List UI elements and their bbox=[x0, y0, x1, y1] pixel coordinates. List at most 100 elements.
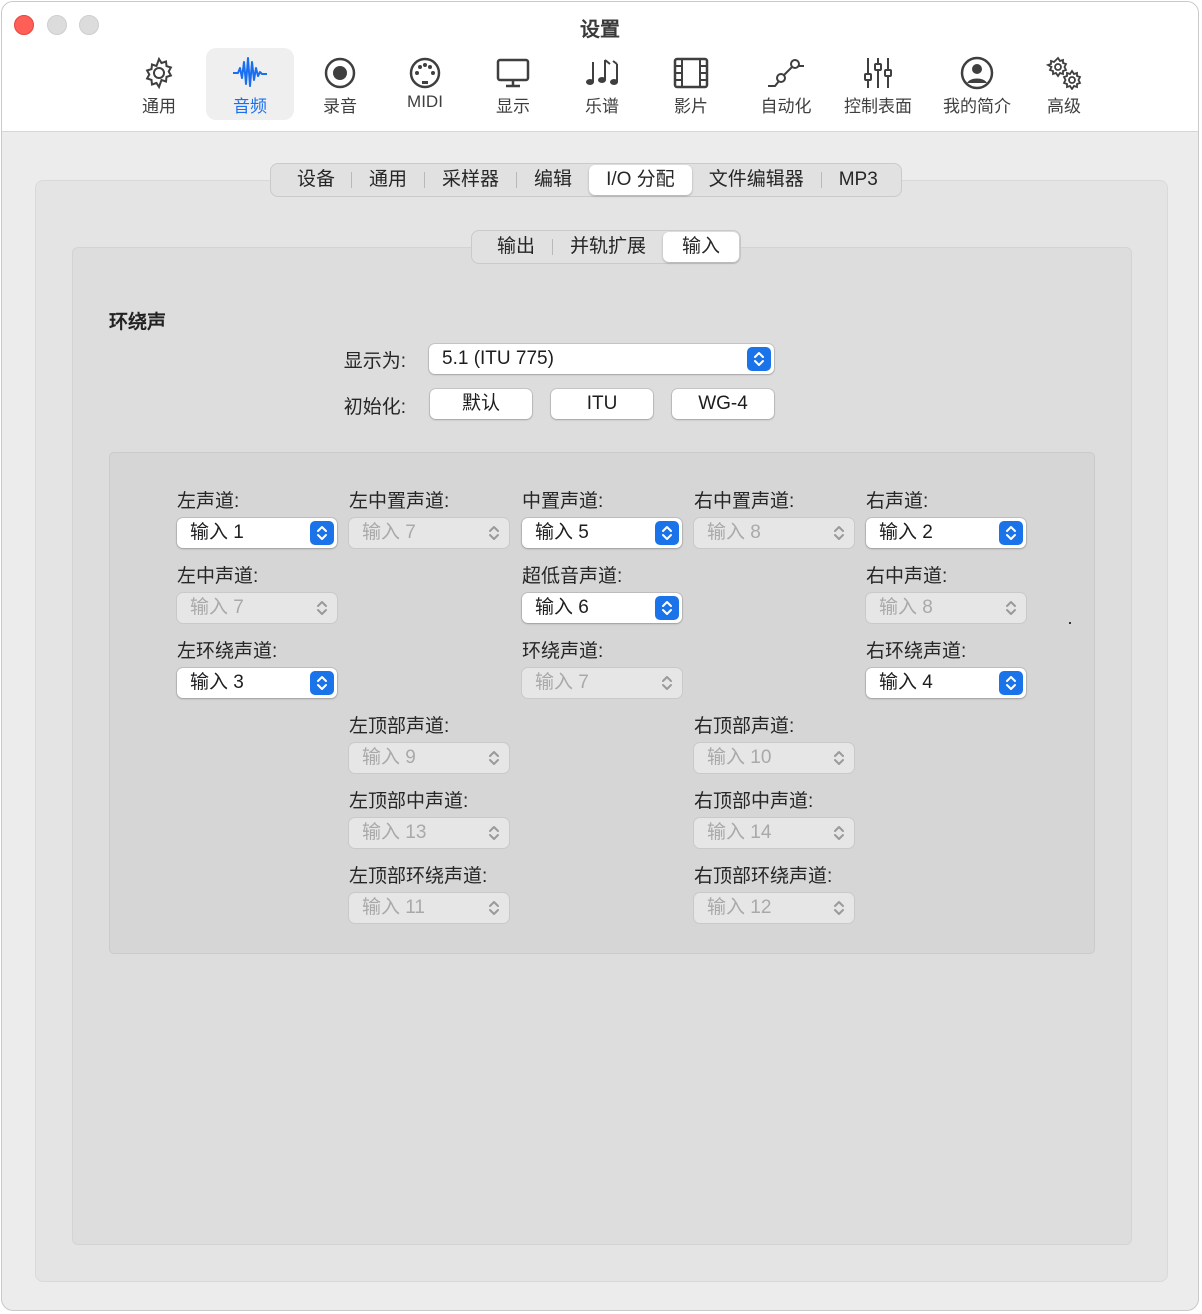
toolbar-item-my-info[interactable]: 我的简介 bbox=[931, 48, 1023, 120]
channel-popup-right[interactable]: 输入 2 bbox=[866, 518, 1026, 548]
channel-label-right-center: 右中置声道: bbox=[694, 491, 795, 512]
toolbar-item-record[interactable]: 录音 bbox=[298, 48, 382, 120]
popup-value: 输入 12 bbox=[707, 897, 772, 918]
subtab-bounce-extensions[interactable]: 并轨扩展 bbox=[553, 232, 663, 262]
popup-value: 输入 4 bbox=[879, 672, 933, 693]
popup-value: 输入 5 bbox=[535, 522, 589, 543]
tab-devices[interactable]: 设备 bbox=[272, 165, 351, 195]
toolbar-label: 我的简介 bbox=[943, 97, 1011, 116]
tab-mp3[interactable]: MP3 bbox=[822, 165, 900, 195]
io-subtab-bar: 输出 并轨扩展 输入 bbox=[471, 230, 742, 264]
channel-popup-lfe[interactable]: 输入 6 bbox=[522, 593, 682, 623]
channel-label-left-top: 左顶部声道: bbox=[349, 716, 450, 737]
record-icon bbox=[324, 57, 356, 89]
channel-label-right-mid: 右中声道: bbox=[866, 566, 948, 587]
toolbar-item-score[interactable]: 乐谱 bbox=[560, 48, 644, 120]
chevron-updown-icon bbox=[827, 896, 851, 920]
channel-label-left-center: 左中置声道: bbox=[349, 491, 450, 512]
channel-label-left: 左声道: bbox=[177, 491, 240, 512]
waveform-icon bbox=[233, 57, 267, 87]
popup-value: 输入 8 bbox=[879, 597, 933, 618]
sliders-icon bbox=[864, 58, 892, 88]
chevron-updown-icon bbox=[310, 671, 334, 695]
channel-popup-right-center[interactable]: 输入 8 bbox=[694, 518, 854, 548]
popup-value: 输入 7 bbox=[535, 672, 589, 693]
window-title: 设置 bbox=[580, 19, 620, 41]
channel-label-right-top: 右顶部声道: bbox=[694, 716, 795, 737]
chevron-updown-icon bbox=[310, 596, 334, 620]
chevron-updown-icon bbox=[482, 746, 506, 770]
subtab-output[interactable]: 输出 bbox=[473, 232, 552, 262]
tab-sampler[interactable]: 采样器 bbox=[425, 165, 516, 195]
channel-popup-right-top[interactable]: 输入 10 bbox=[694, 743, 854, 773]
channel-label-right-top-surround: 右顶部环绕声道: bbox=[694, 866, 833, 887]
init-label: 初始化: bbox=[343, 397, 406, 418]
toolbar-item-control-surfaces[interactable]: 控制表面 bbox=[836, 48, 920, 120]
toolbar-label: 控制表面 bbox=[844, 97, 912, 116]
popup-value: 输入 8 bbox=[707, 522, 761, 543]
channel-popup-center[interactable]: 输入 5 bbox=[522, 518, 682, 548]
popup-value: 输入 7 bbox=[362, 522, 416, 543]
toolbar-item-general[interactable]: 通用 bbox=[117, 48, 201, 120]
toolbar-item-advanced[interactable]: 高级 bbox=[1022, 48, 1106, 120]
init-wg4-button[interactable]: WG-4 bbox=[672, 389, 774, 419]
channel-popup-surround[interactable]: 输入 7 bbox=[522, 668, 682, 698]
popup-value: 输入 14 bbox=[707, 822, 772, 843]
popup-value: 输入 3 bbox=[190, 672, 244, 693]
chevron-updown-icon bbox=[482, 896, 506, 920]
channel-popup-right-surround[interactable]: 输入 4 bbox=[866, 668, 1026, 698]
toolbar-label: 通用 bbox=[142, 97, 176, 116]
toolbar-item-midi[interactable]: MIDI bbox=[383, 48, 467, 120]
popup-value: 输入 13 bbox=[362, 822, 427, 843]
titlebar: 设置 通用 音频 录音 MIDI 显示 乐谱 影片 自动化 控制表面 我的简介 … bbox=[2, 2, 1198, 132]
toolbar-label: 自动化 bbox=[760, 97, 812, 116]
toolbar-item-movie[interactable]: 影片 bbox=[649, 48, 733, 120]
popup-value: 输入 6 bbox=[535, 597, 589, 618]
music-notes-icon bbox=[586, 59, 618, 85]
channel-label-left-top-surround: 左顶部环绕声道: bbox=[349, 866, 488, 887]
popup-value: 输入 11 bbox=[362, 897, 426, 918]
section-title-surround: 环绕声 bbox=[109, 312, 167, 333]
tab-editing[interactable]: 编辑 bbox=[517, 165, 589, 195]
gears-icon bbox=[1046, 56, 1082, 90]
channel-popup-right-top-center[interactable]: 输入 14 bbox=[694, 818, 854, 848]
channel-popup-right-mid[interactable]: 输入 8 bbox=[866, 593, 1026, 623]
popup-value: 输入 7 bbox=[190, 597, 244, 618]
channel-popup-left-surround[interactable]: 输入 3 bbox=[177, 668, 337, 698]
channel-popup-left-top[interactable]: 输入 9 bbox=[349, 743, 509, 773]
show-as-popup[interactable]: 5.1 (ITU 775) bbox=[429, 344, 774, 374]
channel-popup-left-top-center[interactable]: 输入 13 bbox=[349, 818, 509, 848]
toolbar-item-display[interactable]: 显示 bbox=[471, 48, 555, 120]
tab-file-editor[interactable]: 文件编辑器 bbox=[692, 165, 821, 195]
toolbar-item-automation[interactable]: 自动化 bbox=[742, 48, 830, 120]
toolbar-label: 音频 bbox=[233, 97, 267, 116]
channel-popup-left-mid[interactable]: 输入 7 bbox=[177, 593, 337, 623]
tab-general[interactable]: 通用 bbox=[352, 165, 424, 195]
stray-dot bbox=[1069, 622, 1071, 624]
channel-label-left-top-center: 左顶部中声道: bbox=[349, 791, 469, 812]
tab-io-assignments[interactable]: I/O 分配 bbox=[589, 165, 692, 195]
channel-label-surround: 环绕声道: bbox=[522, 641, 604, 662]
toolbar-label: 录音 bbox=[323, 97, 357, 116]
chevron-updown-icon bbox=[999, 521, 1023, 545]
init-default-button[interactable]: 默认 bbox=[430, 389, 532, 419]
popup-value: 输入 1 bbox=[190, 522, 244, 543]
channel-popup-left[interactable]: 输入 1 bbox=[177, 518, 337, 548]
film-icon bbox=[673, 57, 709, 89]
gear-icon bbox=[145, 56, 173, 90]
channel-label-center: 中置声道: bbox=[522, 491, 604, 512]
channel-popup-right-top-surround[interactable]: 输入 12 bbox=[694, 893, 854, 923]
chevron-updown-icon bbox=[655, 671, 679, 695]
subtab-input[interactable]: 输入 bbox=[663, 232, 740, 262]
chevron-updown-icon bbox=[310, 521, 334, 545]
popup-value: 输入 10 bbox=[707, 747, 772, 768]
toolbar-label: 影片 bbox=[674, 97, 708, 116]
init-itu-button[interactable]: ITU bbox=[551, 389, 653, 419]
popup-value: 5.1 (ITU 775) bbox=[442, 348, 554, 369]
toolbar-label: 乐谱 bbox=[585, 97, 619, 116]
channel-popup-left-top-surround[interactable]: 输入 11 bbox=[349, 893, 509, 923]
channel-label-right: 右声道: bbox=[866, 491, 929, 512]
chevron-updown-icon bbox=[999, 596, 1023, 620]
channel-popup-left-center[interactable]: 输入 7 bbox=[349, 518, 509, 548]
toolbar-item-audio[interactable]: 音频 bbox=[206, 48, 294, 120]
